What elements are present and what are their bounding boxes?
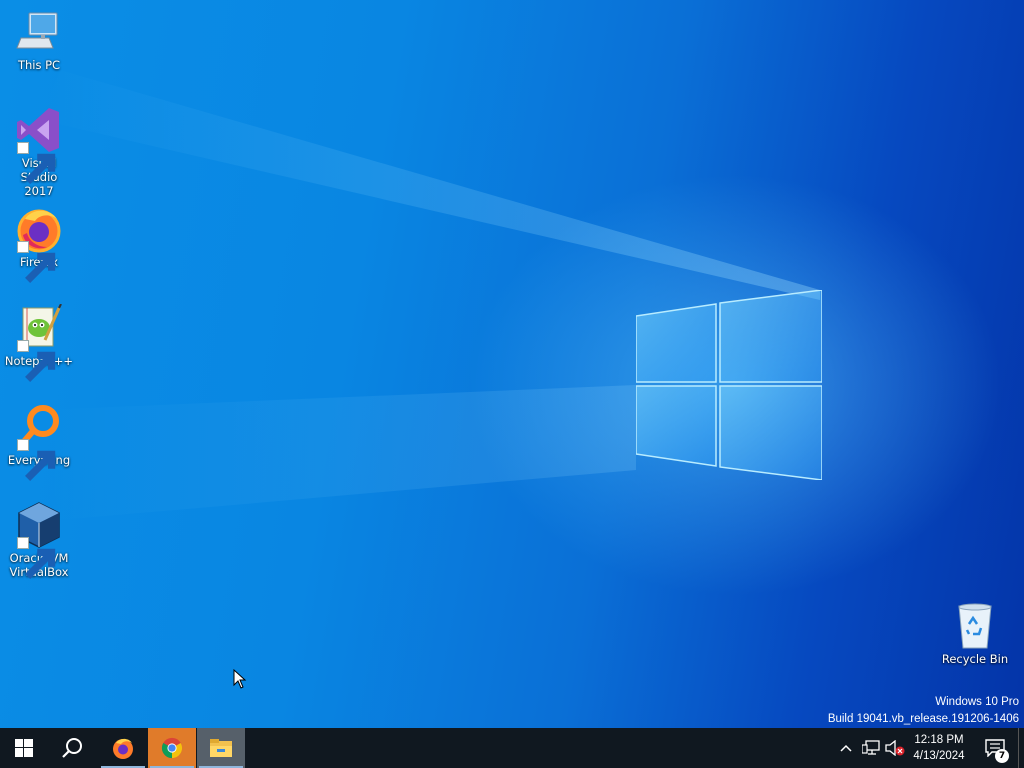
taskbar-file-explorer-button[interactable]	[197, 728, 245, 768]
desktop-icon-virtualbox[interactable]: Oracle VM VirtualBox	[2, 501, 76, 579]
tray-network[interactable]	[860, 728, 882, 768]
action-center-button[interactable]: 7	[978, 728, 1012, 768]
tray-show-hidden-icons[interactable]	[836, 728, 856, 768]
chevron-up-icon	[840, 744, 852, 752]
taskbar-clock[interactable]: 12:18 PM 4/13/2024	[906, 728, 972, 768]
desktop[interactable]: This PC Visual Studio 2017 Firefox Notep…	[0, 0, 1024, 728]
windows-start-icon	[15, 739, 33, 757]
virtualbox-icon	[15, 501, 63, 579]
clock-time: 12:18 PM	[914, 734, 964, 746]
windows-build-watermark: Windows 10 Pro Build 19041.vb_release.19…	[828, 694, 1019, 728]
shortcut-arrow-icon	[17, 340, 56, 382]
watermark-build: Build 19041.vb_release.191206-1406	[827, 713, 1019, 725]
desktop-icon-notepadpp[interactable]: Notepad++	[2, 304, 76, 382]
wallpaper-light-beams	[40, 70, 820, 520]
start-button[interactable]	[0, 728, 48, 768]
chrome-icon	[161, 737, 183, 759]
volume-muted-icon	[885, 740, 905, 756]
search-button[interactable]	[48, 728, 96, 768]
shortcut-arrow-icon	[17, 241, 56, 283]
visual-studio-icon	[15, 106, 63, 184]
desktop-icon-label: Recycle Bin	[941, 652, 1009, 666]
taskbar-chrome-button[interactable]	[148, 728, 196, 768]
this-pc-icon	[15, 8, 63, 56]
desktop-icon-label: This PC	[17, 58, 61, 72]
desktop-icon-everything[interactable]: Everything	[2, 403, 76, 481]
taskbar-firefox-button[interactable]	[99, 728, 147, 768]
search-icon	[62, 738, 82, 758]
shortcut-arrow-icon	[17, 537, 56, 579]
firefox-icon	[15, 205, 63, 283]
recycle-bin-icon	[951, 602, 999, 650]
tray-volume[interactable]	[884, 728, 906, 768]
folder-icon	[210, 739, 232, 757]
windows-logo-wallpaper	[636, 290, 822, 480]
taskbar: 12:18 PM 4/13/2024 7	[0, 728, 1024, 768]
desktop-icon-recycle-bin[interactable]: Recycle Bin	[938, 602, 1012, 666]
mouse-cursor-icon	[233, 669, 247, 689]
desktop-icon-this-pc[interactable]: This PC	[2, 8, 76, 72]
clock-date: 4/13/2024	[913, 750, 965, 762]
desktop-icon-firefox[interactable]: Firefox	[2, 205, 76, 283]
network-icon	[862, 740, 880, 755]
notepadpp-icon	[15, 304, 63, 382]
show-desktop-button[interactable]	[1018, 728, 1024, 768]
shortcut-arrow-icon	[17, 142, 56, 184]
shortcut-arrow-icon	[17, 439, 56, 481]
notification-count-badge: 7	[995, 749, 1009, 763]
desktop-icon-visual-studio[interactable]: Visual Studio 2017	[2, 106, 76, 198]
everything-icon	[15, 403, 63, 481]
firefox-icon	[113, 738, 133, 759]
watermark-edition: Windows 10 Pro	[935, 696, 1019, 708]
